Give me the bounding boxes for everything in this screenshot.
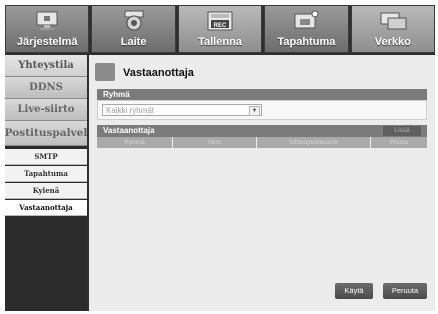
tab-label: Verkko (374, 36, 411, 48)
sidebar-subitem-label: Tapahtuma (24, 169, 68, 178)
column-group: Ryhmä (97, 137, 173, 148)
top-tab-bar: Järjestelmä Laite REC Tallenna Tapahtuma… (5, 5, 436, 53)
sidebar: Yhteystila DDNS Live-siirto Postituspalv… (5, 55, 87, 311)
main-panel: Vastaanottaja Ryhmä Kaikki ryhmät ▼ Vast… (89, 55, 435, 311)
apply-button[interactable]: Käytä (335, 283, 373, 299)
sidebar-subitem-label: Vastaanottaja (19, 203, 73, 212)
sidebar-subitem-kylena[interactable]: Kylenä (5, 183, 87, 199)
group-select[interactable]: Kaikki ryhmät ▼ (102, 104, 262, 116)
group-select-value: Kaikki ryhmät (106, 106, 155, 115)
svg-text:REC: REC (214, 23, 227, 29)
sidebar-subitem-label: Kylenä (32, 186, 60, 195)
tab-label: Tallenna (198, 36, 242, 48)
sidebar-subitem-label: SMTP (34, 152, 58, 161)
add-button[interactable]: Lisää (383, 126, 421, 136)
sidebar-item-label: Yhteystila (18, 60, 74, 71)
receiver-header-label: Vastaanottaja (103, 126, 155, 135)
tab-label: Järjestelmä (16, 36, 78, 48)
group-header: Ryhmä (97, 89, 427, 100)
dvr-setup-window: Järjestelmä Laite REC Tallenna Tapahtuma… (5, 5, 436, 311)
rec-icon: REC (207, 11, 233, 31)
sidebar-subitem-smtp[interactable]: SMTP (5, 149, 87, 165)
column-delete: Poista (371, 137, 427, 148)
tab-laite[interactable]: Laite (91, 5, 176, 53)
mail-recipient-icon (95, 63, 115, 81)
sidebar-subitem-vastaanottaja[interactable]: Vastaanottaja (5, 200, 87, 216)
event-icon (294, 10, 319, 29)
group-row: Kaikki ryhmät ▼ (97, 100, 427, 120)
receiver-table-header: Ryhmä Nimi Sähköpostiosoite Poista (97, 137, 427, 148)
tab-jarjestelma[interactable]: Järjestelmä (5, 5, 90, 53)
sidebar-item-yhteystila[interactable]: Yhteystila (5, 55, 87, 77)
tab-label: Tapahtuma (277, 36, 336, 48)
tab-tapahtuma[interactable]: Tapahtuma (264, 5, 349, 53)
sidebar-item-label: Postituspalvel (4, 127, 88, 139)
sidebar-item-ddns[interactable]: DDNS (5, 77, 87, 99)
chevron-down-icon[interactable]: ▼ (249, 106, 260, 116)
sidebar-item-label: Live-siirto (17, 104, 75, 115)
receiver-header: Vastaanottaja Lisää (97, 125, 427, 137)
sidebar-item-live-siirto[interactable]: Live-siirto (5, 99, 87, 121)
network-icon (380, 12, 407, 30)
monitor-icon (36, 11, 58, 30)
cancel-button[interactable]: Peruuta (383, 283, 427, 299)
sidebar-item-postituspalvelu[interactable]: Postituspalvel (5, 121, 87, 146)
page-title: Vastaanottaja (123, 67, 194, 79)
tab-label: Laite (120, 36, 147, 48)
sidebar-subitem-tapahtuma[interactable]: Tapahtuma (5, 166, 87, 182)
column-email: Sähköpostiosoite (257, 137, 371, 148)
tab-verkko[interactable]: Verkko (350, 5, 436, 53)
sidebar-item-label: DDNS (29, 82, 63, 93)
tab-tallenna[interactable]: REC Tallenna (177, 5, 263, 53)
column-name: Nimi (173, 137, 257, 148)
camera-icon (124, 10, 144, 31)
